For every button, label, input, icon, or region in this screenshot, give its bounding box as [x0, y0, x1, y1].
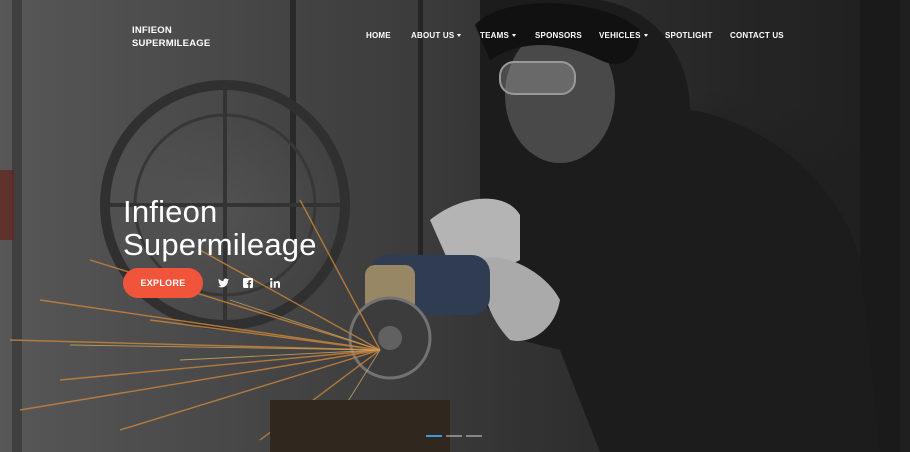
- brand-line-2: SUPERMILEAGE: [132, 38, 211, 49]
- slide-indicator-1[interactable]: [426, 435, 442, 437]
- slide-indicator-3[interactable]: [466, 435, 482, 437]
- chevron-down-icon: [643, 34, 648, 38]
- nav-item-contact-us[interactable]: CONTACT US: [730, 31, 784, 40]
- chevron-down-icon: [457, 34, 462, 38]
- nav-item-label: ABOUT US: [411, 31, 455, 40]
- chevron-down-icon: [512, 34, 516, 38]
- nav-item-label: HOME: [366, 31, 391, 40]
- nav-item-teams[interactable]: TEAMS: [480, 31, 516, 40]
- hero-title: Infieon Supermileage: [123, 195, 317, 261]
- slide-indicator-2[interactable]: [446, 435, 462, 437]
- nav-item-home[interactable]: HOME: [366, 31, 391, 40]
- nav-item-spotlight[interactable]: SPOTLIGHT: [665, 31, 713, 40]
- hero-title-line-1: Infieon: [123, 193, 218, 229]
- nav-item-sponsors[interactable]: SPONSORS: [535, 31, 582, 40]
- nav-item-label: VEHICLES: [599, 31, 641, 40]
- hero-title-line-2: Supermileage: [123, 226, 317, 262]
- linkedin-icon[interactable]: [268, 276, 282, 290]
- slider-indicators: [426, 435, 482, 437]
- brand-line-1: INFIEON: [132, 25, 172, 36]
- nav-item-about-us[interactable]: ABOUT US: [411, 31, 462, 40]
- hero-section: INFIEON SUPERMILEAGE HOME ABOUT US TEAMS…: [0, 0, 910, 452]
- nav-item-label: TEAMS: [480, 31, 509, 40]
- facebook-icon[interactable]: [241, 276, 255, 290]
- nav-item-label: CONTACT US: [730, 31, 784, 40]
- explore-button[interactable]: EXPLORE: [123, 268, 203, 298]
- nav-item-label: SPOTLIGHT: [665, 31, 713, 40]
- twitter-icon[interactable]: [216, 276, 230, 290]
- nav-item-label: SPONSORS: [535, 31, 582, 40]
- nav-item-vehicles[interactable]: VEHICLES: [599, 31, 648, 40]
- brand-logo[interactable]: INFIEON SUPERMILEAGE: [132, 24, 222, 50]
